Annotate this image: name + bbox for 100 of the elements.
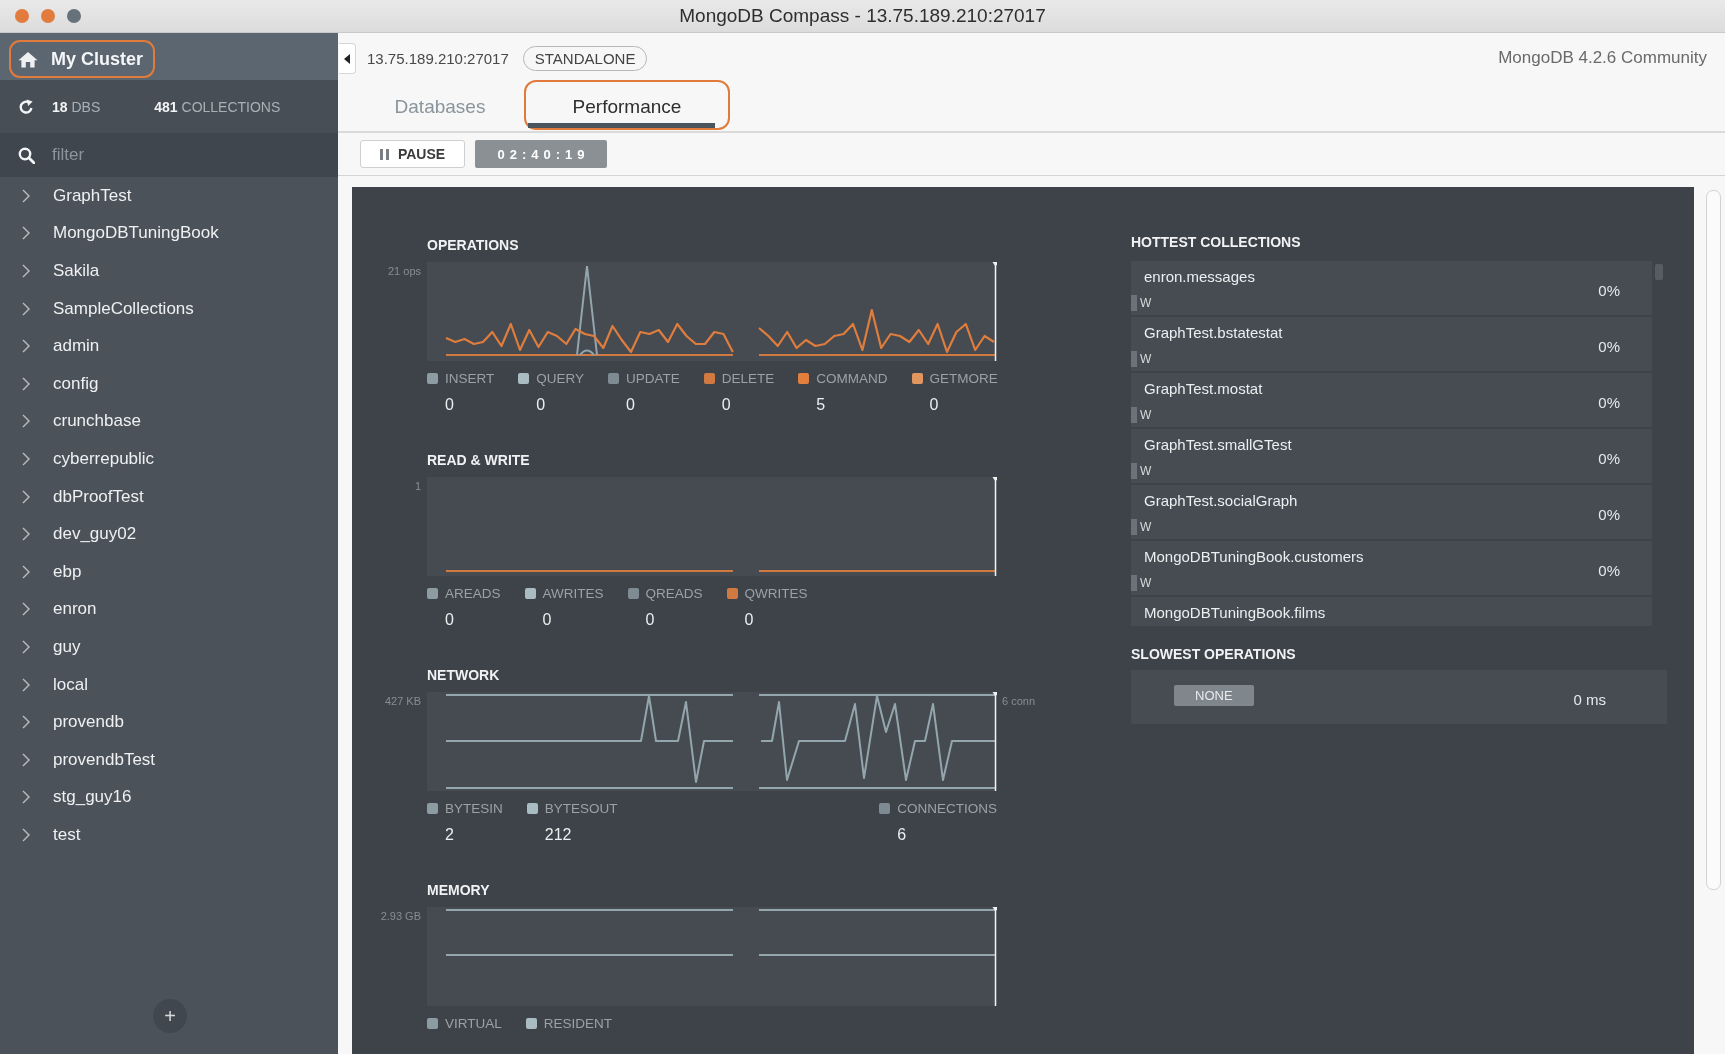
section-title: SLOWEST OPERATIONS [1131, 646, 1296, 662]
refresh-icon[interactable] [18, 98, 34, 115]
database-item[interactable]: GraphTest [0, 177, 338, 215]
legend-value: 0 [645, 611, 655, 629]
axis-label: 1 [414, 480, 422, 493]
legend-label: QREADS [645, 585, 703, 601]
legend-value: 0 [744, 611, 754, 629]
legend-value: 0 [542, 611, 552, 629]
legend-label: INSERT [445, 370, 495, 386]
load-percent: 0% [1598, 561, 1620, 579]
collection-name: GraphTest.smallGTest [1144, 436, 1292, 454]
collapse-button[interactable] [339, 43, 356, 74]
collection-count: 481 COLLECTIONS [154, 98, 281, 115]
scrollbar[interactable] [1706, 190, 1721, 890]
database-item[interactable]: crunchbase [0, 402, 338, 441]
load-label: W [1140, 519, 1152, 535]
database-item[interactable]: provendb [0, 703, 338, 741]
axis-label: 6 conn [1001, 695, 1036, 708]
database-item[interactable]: test [0, 816, 338, 854]
database-item[interactable]: Sakila [0, 252, 338, 290]
database-item[interactable]: stg_guy16 [0, 778, 338, 817]
legend-value: 0 [929, 396, 939, 414]
search-icon [18, 146, 35, 164]
load-percent: 0% [1598, 281, 1620, 299]
legend-value: 212 [544, 826, 572, 844]
load-label: W [1140, 407, 1152, 423]
load-percent: 0% [1598, 505, 1620, 523]
pause-icon [379, 148, 389, 160]
legend-label: BYTESOUT [544, 800, 618, 816]
legend-label: COMMAND [816, 370, 888, 386]
legend-value: 5 [816, 396, 826, 414]
chart-title: NETWORK [427, 667, 500, 683]
legend-value: 0 [536, 396, 546, 414]
close-button[interactable] [15, 9, 29, 23]
load-label: W [1140, 351, 1152, 367]
collection-name: GraphTest.mostat [1144, 380, 1263, 398]
database-item[interactable]: guy [0, 628, 338, 666]
legend-label: VIRTUAL [445, 1015, 502, 1031]
server-address: 13.75.189.210:27017 [367, 50, 509, 67]
legend-label: QUERY [536, 370, 585, 386]
chart-title: MEMORY [427, 882, 490, 898]
elapsed-time: 02:40:19 [475, 140, 607, 168]
filter-input[interactable]: filter [52, 141, 302, 169]
legend-value: 0 [626, 396, 635, 414]
database-item[interactable]: dev_guy02 [0, 515, 338, 553]
pause-button[interactable]: PAUSE [360, 140, 465, 168]
collection-name: enron.messages [1144, 268, 1255, 286]
legend-label: DELETE [721, 370, 775, 386]
duration: 0 ms [1573, 690, 1606, 708]
legend-label: CONNECTIONS [897, 800, 997, 816]
axis-label: 21 ops [387, 265, 422, 278]
legend-value: 6 [897, 826, 907, 844]
axis-label: 2.93 GB [380, 910, 422, 923]
chart-title: READ & WRITE [427, 452, 530, 468]
database-item[interactable]: local [0, 665, 338, 704]
database-item[interactable]: SampleCollections [0, 289, 338, 328]
legend-label: GETMORE [929, 370, 998, 386]
load-percent: 0% [1598, 337, 1620, 355]
scrollbar[interactable] [1655, 264, 1663, 280]
legend-value: 2 [445, 826, 454, 844]
cluster-button[interactable]: My Cluster [9, 40, 156, 78]
legend-label: QWRITES [744, 585, 808, 601]
section-title: HOTTEST COLLECTIONS [1131, 234, 1301, 250]
legend-value: 0 [445, 611, 454, 629]
database-item[interactable]: MongoDBTuningBook [0, 214, 338, 253]
home-icon [18, 50, 38, 68]
minimize-button[interactable] [41, 9, 55, 23]
legend-label: AREADS [445, 585, 501, 601]
database-item[interactable]: dbProofTest [0, 477, 338, 516]
window-title: MongoDB Compass - 13.75.189.210:27017 [679, 5, 1046, 27]
legend-value: 0 [445, 396, 454, 414]
load-label: W [1140, 575, 1152, 591]
load-percent: 0% [1598, 449, 1620, 467]
load-label: W [1140, 463, 1152, 479]
database-item[interactable]: cyberrepublic [0, 440, 338, 478]
collection-name: GraphTest.bstatestat [1144, 324, 1283, 342]
legend-label: RESIDENT [543, 1015, 613, 1031]
load-label: W [1140, 295, 1152, 311]
load-percent: 0% [1598, 393, 1620, 411]
database-item[interactable]: ebp [0, 552, 338, 591]
tab[interactable]: Performance [524, 80, 730, 130]
axis-label: 427 KB [384, 695, 422, 708]
legend-label: BYTESIN [445, 800, 503, 816]
database-item[interactable]: admin [0, 327, 338, 365]
server-version: MongoDB 4.2.6 Community [1498, 47, 1708, 68]
collection-name: MongoDBTuningBook.films [1144, 604, 1326, 622]
collection-name: GraphTest.socialGraph [1144, 492, 1298, 510]
status-badge: NONE [1174, 685, 1254, 706]
add-button[interactable]: + [153, 999, 187, 1033]
database-item[interactable]: enron [0, 590, 338, 629]
filter-field[interactable]: filter [0, 133, 338, 177]
database-item[interactable]: provendbTest [0, 740, 338, 779]
database-count: 18 DBS [52, 98, 101, 115]
caret-icon [344, 53, 350, 64]
legend-label: UPDATE [626, 370, 680, 386]
maximize-button[interactable] [67, 9, 81, 23]
collection-name: MongoDBTuningBook.customers [1144, 548, 1364, 566]
legend-value: 0 [721, 396, 731, 414]
database-item[interactable]: config [0, 364, 338, 403]
chart-title: OPERATIONS [427, 237, 519, 253]
